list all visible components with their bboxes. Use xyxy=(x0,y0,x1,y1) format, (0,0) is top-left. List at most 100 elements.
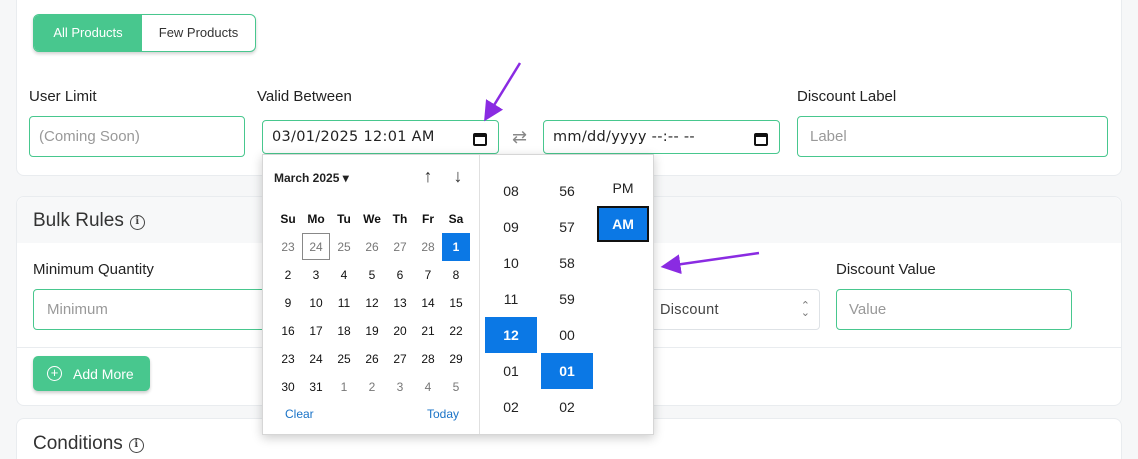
calendar-day[interactable]: 24 xyxy=(302,345,330,373)
conditions-title-text: Conditions xyxy=(33,433,123,454)
calendar-day[interactable]: 4 xyxy=(330,261,358,289)
calendar-day[interactable]: 26 xyxy=(358,345,386,373)
calendar-icon[interactable] xyxy=(754,133,768,146)
calendar-day[interactable]: 28 xyxy=(414,345,442,373)
hour-option[interactable]: 02 xyxy=(485,389,537,425)
calendar-day[interactable]: 1 xyxy=(330,373,358,401)
calendar-day[interactable]: 2 xyxy=(358,373,386,401)
pm-option[interactable]: PM xyxy=(597,170,649,206)
bulk-rules-title: Bulk Rules i xyxy=(33,210,145,232)
calendar-day[interactable]: 4 xyxy=(414,373,442,401)
minute-option[interactable]: 00 xyxy=(541,317,593,353)
calendar-day[interactable]: 23 xyxy=(274,233,302,261)
weekday-header: Fr xyxy=(422,212,434,226)
calendar-day[interactable]: 9 xyxy=(274,289,302,317)
select-chevron-icon: ⌃ ⌄ xyxy=(800,300,810,319)
calendar-day[interactable]: 19 xyxy=(358,317,386,345)
clear-button[interactable]: Clear xyxy=(285,407,314,421)
month-selector[interactable]: March 2025 ▾ xyxy=(274,171,349,185)
calendar-day[interactable]: 8 xyxy=(442,261,470,289)
calendar-day[interactable]: 2 xyxy=(274,261,302,289)
conditions-title: Conditions i xyxy=(33,433,144,455)
calendar-day[interactable]: 25 xyxy=(330,233,358,261)
discount-label-input[interactable]: Label xyxy=(797,116,1108,157)
arrow-up-icon[interactable]: ↑ xyxy=(413,166,443,187)
calendar-day[interactable]: 21 xyxy=(414,317,442,345)
calendar-day[interactable]: 16 xyxy=(274,317,302,345)
datetime-picker-popup: March 2025 ▾ ↑ ↓ Su Mo Tu We Th Fr Sa 23 24 25 26 27… xyxy=(262,154,654,435)
minimum-quantity-label: Minimum Quantity xyxy=(33,261,154,278)
hour-option[interactable]: 08 xyxy=(485,173,537,209)
minute-option[interactable]: 57 xyxy=(541,209,593,245)
bulk-rules-title-text: Bulk Rules xyxy=(33,210,124,231)
product-scope-toggle: All Products Few Products xyxy=(33,14,256,52)
hour-option[interactable]: 01 xyxy=(485,353,537,389)
today-button[interactable]: Today xyxy=(427,407,459,421)
calendar-day[interactable]: 26 xyxy=(358,233,386,261)
calendar-day[interactable]: 14 xyxy=(414,289,442,317)
plus-circle-icon: + xyxy=(47,366,62,381)
info-icon[interactable]: i xyxy=(128,438,144,453)
minute-option[interactable]: 02 xyxy=(541,389,593,425)
minute-option[interactable]: 59 xyxy=(541,281,593,317)
calendar-day[interactable]: 29 xyxy=(442,345,470,373)
calendar-day[interactable]: 17 xyxy=(302,317,330,345)
hour-option[interactable]: 12 xyxy=(485,317,537,353)
calendar-day[interactable]: 24 xyxy=(302,233,330,260)
add-more-label: Add More xyxy=(73,365,134,382)
calendar-day[interactable]: 31 xyxy=(302,373,330,401)
discount-value-input[interactable]: Value xyxy=(836,289,1072,330)
user-limit-input[interactable]: (Coming Soon) xyxy=(29,116,245,157)
valid-between-label: Valid Between xyxy=(257,88,352,105)
hour-option[interactable]: 11 xyxy=(485,281,537,317)
few-products-tab[interactable]: Few Products xyxy=(142,15,255,51)
calendar-day[interactable]: 3 xyxy=(386,373,414,401)
start-datetime-input[interactable]: 03/01/2025 12:01 AM xyxy=(262,120,499,154)
calendar-day[interactable]: 27 xyxy=(386,345,414,373)
discount-type-select[interactable]: Discount ⌃ ⌄ xyxy=(640,289,820,330)
hour-option[interactable]: 09 xyxy=(485,209,537,245)
calendar-day[interactable]: 13 xyxy=(386,289,414,317)
hours-column: 08 09 10 11 12 01 02 xyxy=(485,173,537,425)
calendar-day[interactable]: 30 xyxy=(274,373,302,401)
calendar-day[interactable]: 11 xyxy=(330,289,358,317)
add-more-button[interactable]: + Add More xyxy=(33,356,150,391)
calendar-day[interactable]: 3 xyxy=(302,261,330,289)
discount-label-placeholder: Label xyxy=(810,128,847,145)
calendar-icon[interactable] xyxy=(473,133,487,146)
minute-option[interactable]: 01 xyxy=(541,353,593,389)
calendar-day[interactable]: 15 xyxy=(442,289,470,317)
minimum-quantity-placeholder: Minimum xyxy=(47,301,108,318)
calendar-day[interactable]: 6 xyxy=(386,261,414,289)
calendar-day[interactable]: 28 xyxy=(414,233,442,261)
month-nav: ↑ ↓ xyxy=(413,166,473,187)
calendar-day[interactable]: 5 xyxy=(358,261,386,289)
info-icon[interactable]: i xyxy=(129,215,145,230)
user-limit-placeholder: (Coming Soon) xyxy=(39,128,140,145)
minutes-column: 56 57 58 59 00 01 02 xyxy=(541,173,593,425)
weekday-header: Mo xyxy=(307,212,325,226)
all-products-tab[interactable]: All Products xyxy=(34,15,142,51)
start-datetime-value: 03/01/2025 12:01 AM xyxy=(272,129,435,145)
minute-option[interactable]: 58 xyxy=(541,245,593,281)
swap-arrows-icon: ⇄ xyxy=(512,127,528,147)
minute-option[interactable]: 56 xyxy=(541,173,593,209)
calendar-day[interactable]: 27 xyxy=(386,233,414,261)
calendar-day[interactable]: 23 xyxy=(274,345,302,373)
calendar-day[interactable]: 5 xyxy=(442,373,470,401)
arrow-down-icon[interactable]: ↓ xyxy=(443,166,473,187)
calendar-day[interactable]: 18 xyxy=(330,317,358,345)
minimum-quantity-input[interactable]: Minimum xyxy=(33,289,273,330)
am-option[interactable]: AM xyxy=(597,206,649,242)
end-datetime-input[interactable]: mm/dd/yyyy --:-- -- xyxy=(543,120,780,154)
hour-option[interactable]: 10 xyxy=(485,245,537,281)
calendar-day[interactable]: 22 xyxy=(442,317,470,345)
calendar-day[interactable]: 7 xyxy=(414,261,442,289)
calendar-day[interactable]: 25 xyxy=(330,345,358,373)
calendar-day[interactable]: 12 xyxy=(358,289,386,317)
weekday-header: Su xyxy=(280,212,296,226)
calendar-day[interactable]: 10 xyxy=(302,289,330,317)
calendar-day[interactable]: 20 xyxy=(386,317,414,345)
calendar-day[interactable]: 1 xyxy=(442,233,470,261)
discount-label-label: Discount Label xyxy=(797,88,897,105)
